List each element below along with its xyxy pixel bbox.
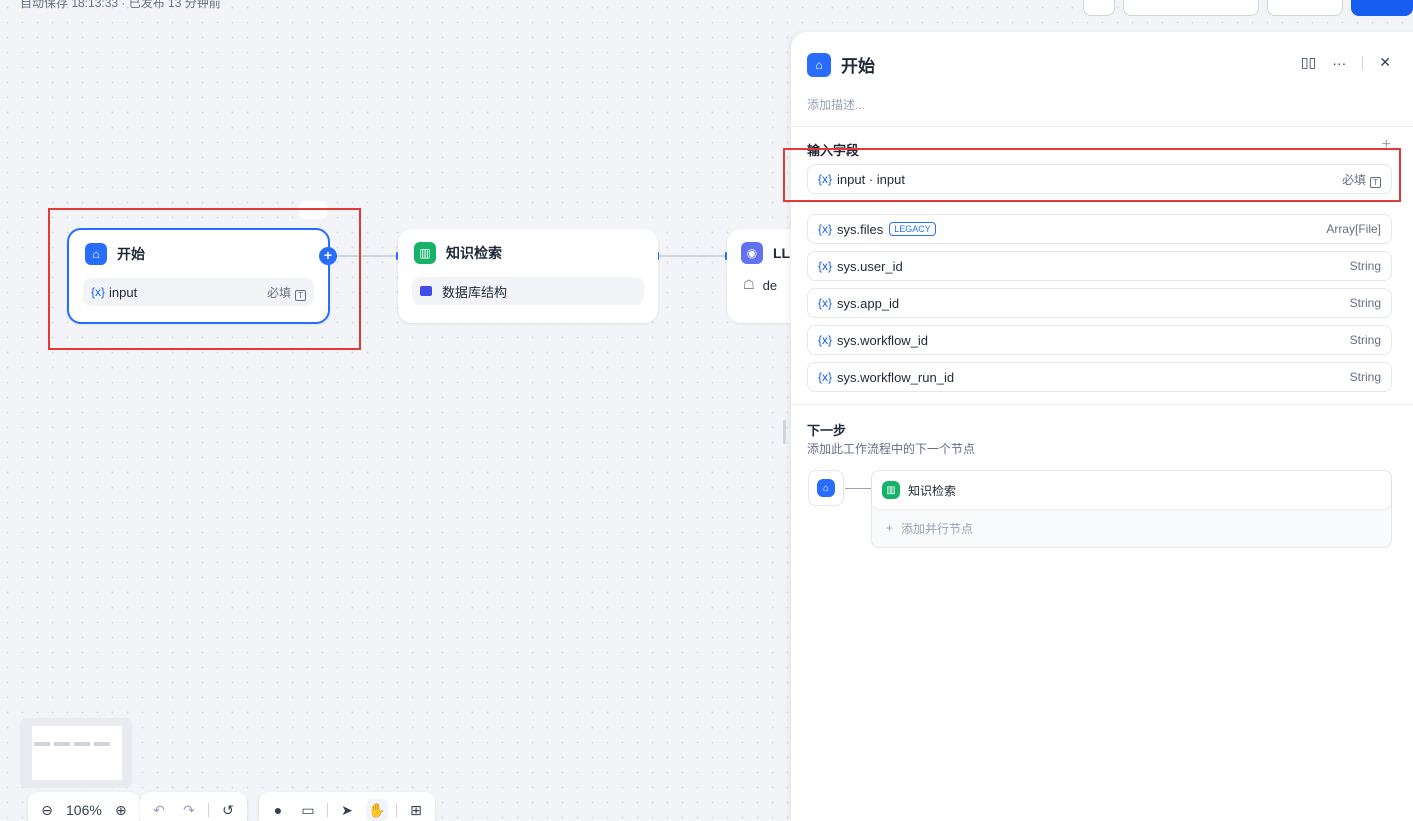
model-name: de <box>762 277 778 293</box>
home-icon: ⌂ <box>817 479 835 497</box>
variable-icon: {x} <box>818 333 833 347</box>
redo-icon[interactable]: ↷ <box>178 799 200 821</box>
close-icon[interactable]: ✕ <box>1379 54 1391 71</box>
top-action-button[interactable] <box>1123 0 1259 16</box>
home-icon: ⌂ <box>807 52 831 77</box>
home-icon: ⌂ <box>85 243 107 265</box>
variable-icon: {x} <box>818 370 833 384</box>
field-name: sys.workflow_id <box>837 332 929 348</box>
next-step-description: 添加此工作流程中的下一个节点 <box>807 442 976 456</box>
add-next-node-button[interactable]: + <box>319 247 337 265</box>
history-toolbar: ↶ ↷ ↺ <box>140 792 247 821</box>
field-name: sys.user_id <box>837 258 903 274</box>
add-node-icon[interactable]: ● <box>267 799 289 821</box>
knowledge-retrieval-node[interactable]: ▥ 知识检索 数据库结构 <box>398 229 658 323</box>
field-type: String <box>1349 296 1381 310</box>
next-node-label: 知识检索 <box>908 483 957 498</box>
note-icon[interactable]: ▭ <box>297 799 319 821</box>
system-field-row: {x} sys.workflow_id String <box>807 325 1392 355</box>
variable-name: input <box>109 284 138 300</box>
panel-resize-handle[interactable] <box>783 420 786 444</box>
field-name: input · input <box>837 171 905 187</box>
connector-line <box>845 488 871 489</box>
variable-icon: {x} <box>818 259 833 273</box>
brain-icon: ◉ <box>741 242 763 264</box>
node-more-button[interactable]: ··· <box>299 201 327 219</box>
required-label: 必填 T <box>267 284 306 301</box>
next-step-title: 下一步 <box>807 423 847 438</box>
dataset-row: 数据库结构 <box>412 277 644 305</box>
pointer-icon[interactable]: ➤ <box>336 799 358 821</box>
plus-icon: + <box>886 521 894 535</box>
top-actions <box>1083 0 1413 16</box>
field-type: String <box>1349 333 1381 347</box>
next-nodes-card: ▥ 知识检索 + 添加并行节点 <box>871 470 1392 548</box>
current-node-chip: ⌂ <box>808 470 844 506</box>
input-field-row[interactable]: {x} input · input 必填 T <box>807 164 1392 194</box>
variable-icon: {x} <box>91 285 106 299</box>
variable-icon: {x} <box>818 296 833 310</box>
zoom-out-icon[interactable]: ⊖ <box>36 799 58 821</box>
system-field-row: {x} sys.files LEGACY Array[File] <box>807 214 1392 244</box>
field-name: sys.app_id <box>837 295 900 311</box>
description-input[interactable]: 添加描述... <box>807 96 865 113</box>
zoom-in-icon[interactable]: ⊕ <box>110 799 132 821</box>
node-title: LL <box>773 245 791 261</box>
autosave-status: 自动保存 18:13:33 · 已发布 13 分钟前 <box>20 0 221 10</box>
dataset-name: 数据库结构 <box>442 284 508 300</box>
field-name: sys.files <box>837 221 884 237</box>
input-fields-title: 输入字段 <box>807 143 860 158</box>
field-type: String <box>1349 370 1381 384</box>
start-node[interactable]: ⌂ 开始 {x} input 必填 T <box>67 228 330 324</box>
more-icon[interactable]: ··· <box>1332 55 1346 71</box>
add-parallel-node-button[interactable]: + 添加并行节点 <box>872 509 1391 547</box>
node-title: 开始 <box>117 246 145 262</box>
field-type: Array[File] <box>1326 222 1381 236</box>
top-action-button[interactable] <box>1083 0 1115 16</box>
node-detail-panel: ⌂ 开始 ▯▯ ··· ✕ 添加描述... 输入字段 + {x} input ·… <box>791 32 1413 821</box>
text-input-icon: T <box>295 289 306 301</box>
panel-title[interactable]: 开始 <box>841 52 875 77</box>
robot-icon: ☖ <box>743 277 755 292</box>
field-type: 必填 T <box>1342 171 1381 188</box>
zoom-level[interactable]: 106% <box>66 802 102 818</box>
node-variable-row: {x} input 必填 T <box>83 278 314 306</box>
next-node-item[interactable]: ▥ 知识检索 <box>872 471 1391 509</box>
variable-icon: {x} <box>818 222 833 236</box>
panel-toggle-icon[interactable]: ▯▯ <box>1301 54 1316 71</box>
add-parallel-label: 添加并行节点 <box>901 521 974 536</box>
system-field-row: {x} sys.workflow_run_id String <box>807 362 1392 392</box>
system-field-row: {x} sys.user_id String <box>807 251 1392 281</box>
llm-node[interactable]: ◉ LL ☖ de <box>727 229 791 323</box>
book-icon: ▥ <box>414 242 436 264</box>
book-icon: ▥ <box>882 481 900 499</box>
variable-icon: {x} <box>818 172 833 186</box>
node-title: 知识检索 <box>446 245 502 261</box>
legacy-badge: LEGACY <box>889 222 936 236</box>
hand-icon[interactable]: ✋ <box>366 799 388 821</box>
edge <box>330 255 398 257</box>
layout-icon[interactable]: ⊞ <box>405 799 427 821</box>
field-name: sys.workflow_run_id <box>837 369 955 385</box>
field-type: String <box>1349 259 1381 273</box>
top-action-button[interactable] <box>1267 0 1343 16</box>
history-icon[interactable]: ↺ <box>217 799 239 821</box>
plus-icon[interactable]: + <box>1382 136 1391 154</box>
edge <box>658 255 727 257</box>
text-input-icon: T <box>1370 176 1381 188</box>
zoom-toolbar: ⊖ 106% ⊕ <box>28 792 140 821</box>
publish-button[interactable] <box>1351 0 1413 16</box>
system-field-row: {x} sys.app_id String <box>807 288 1392 318</box>
folder-icon <box>420 286 432 296</box>
minimap[interactable] <box>20 718 132 788</box>
tools-toolbar: ● ▭ ➤ ✋ ⊞ <box>259 792 435 821</box>
undo-icon[interactable]: ↶ <box>148 799 170 821</box>
